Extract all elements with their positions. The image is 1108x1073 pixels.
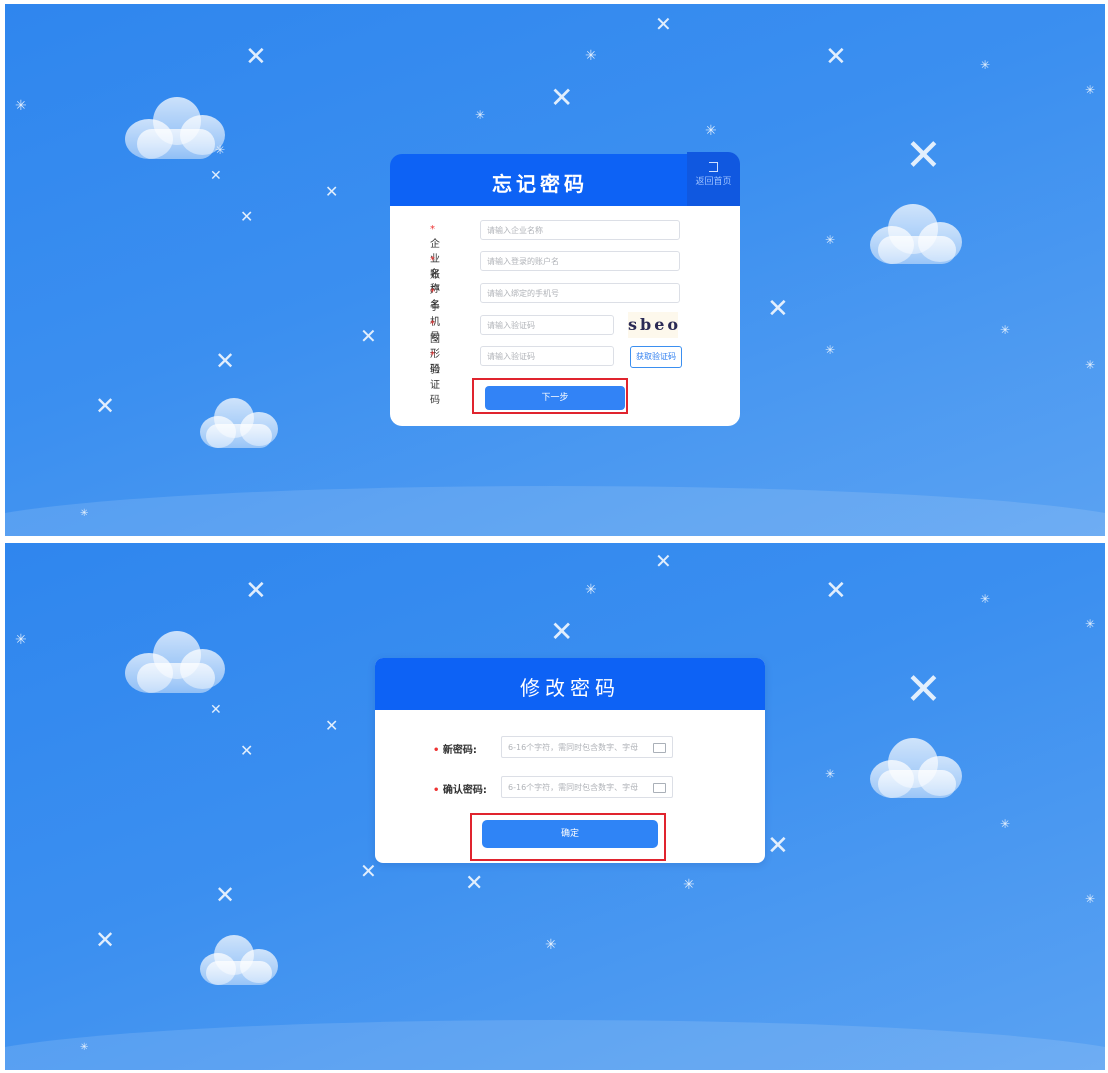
sparkle-icon: ✳ (475, 108, 486, 122)
return-icon (709, 162, 718, 172)
new-password-label: 新密码: (442, 745, 477, 756)
keyboard-icon[interactable] (653, 783, 666, 793)
sparkle-icon: ✕ (905, 664, 942, 715)
background-glow (5, 486, 1105, 536)
cloud (200, 398, 278, 448)
sparkle-icon: ✕ (210, 168, 222, 184)
cloud (125, 631, 225, 693)
forgot-password-screen: ✕ ✕ ✕ ✕ ✕ ✕ ✕ ✕ ✕ ✕ ✕ ✕ ✳ ✳ ✳ ✳ ✳ ✳ ✳ ✳ … (5, 4, 1105, 536)
sparkle-icon: ✳ (585, 48, 597, 64)
sparkle-icon: ✕ (550, 615, 574, 648)
highlight-box (472, 378, 628, 414)
sparkle-icon: ✕ (325, 182, 339, 201)
required-mark: • (433, 745, 440, 756)
sparkle-icon: ✕ (95, 926, 116, 954)
sparkle-icon: ✕ (245, 576, 267, 606)
sparkle-icon: ✕ (905, 130, 942, 181)
change-password-screen: ✕ ✕ ✕ ✕ ✕ ✕ ✕ ✕ ✕ ✕ ✕ ✕ ✕ ✳ ✳ ✳ ✳ ✳ ✳ ✳ … (5, 543, 1105, 1070)
account-name-input[interactable]: 请输入登录的账户名 (480, 251, 680, 271)
keyboard-icon[interactable] (653, 743, 666, 753)
sparkle-icon: ✳ (585, 582, 597, 598)
back-home-button[interactable]: 返回首页 (687, 152, 740, 206)
card-header: 修改密码 (375, 658, 765, 710)
background-glow (5, 1020, 1105, 1070)
required-mark: * (430, 224, 435, 235)
sparkle-icon: ✳ (980, 58, 991, 72)
required-mark: * (430, 319, 435, 330)
sparkle-icon: ✳ (1085, 358, 1096, 372)
sparkle-icon: ✕ (240, 741, 254, 760)
sparkle-icon: ✳ (1085, 617, 1096, 631)
sparkle-icon: ✳ (1085, 892, 1096, 906)
phone-input[interactable]: 请输入绑定的手机号 (480, 283, 680, 303)
confirm-password-input[interactable]: 6-16个字符，需同时包含数字、字母 (501, 776, 673, 798)
sparkle-icon: ✳ (15, 632, 27, 648)
sparkle-icon: ✳ (1000, 817, 1011, 831)
captcha-image[interactable]: sbeo (628, 312, 678, 338)
card-header: 忘记密码 返回首页 (390, 152, 740, 206)
sparkle-icon: ✳ (545, 937, 557, 953)
sparkle-icon: ✳ (980, 592, 991, 606)
new-password-placeholder: 6-16个字符，需同时包含数字、字母 (508, 743, 639, 752)
sms-code-input[interactable]: 请输入验证码 (480, 346, 614, 366)
get-code-button[interactable]: 获取验证码 (630, 346, 682, 368)
cloud (200, 935, 278, 985)
sparkle-icon: ✕ (825, 42, 847, 72)
sparkle-icon: ✳ (825, 343, 836, 357)
sparkle-icon: ✕ (655, 549, 672, 573)
back-home-label: 返回首页 (695, 177, 732, 187)
sparkle-icon: ✕ (360, 859, 377, 883)
sparkle-icon: ✳ (825, 767, 836, 781)
sparkle-icon: ✕ (95, 392, 116, 420)
cloud (125, 97, 225, 159)
page-title: 修改密码 (520, 676, 620, 700)
required-mark: * (430, 350, 435, 361)
sparkle-icon: ✳ (825, 233, 836, 247)
captcha-input[interactable]: 请输入验证码 (480, 315, 614, 335)
company-name-input[interactable]: 请输入企业名称 (480, 220, 680, 240)
required-mark: * (430, 255, 435, 266)
required-mark: * (430, 287, 435, 298)
sparkle-icon: ✕ (360, 324, 377, 348)
sparkle-icon: ✳ (1085, 83, 1096, 97)
highlight-box (470, 813, 666, 861)
sparkle-icon: ✳ (1000, 323, 1011, 337)
confirm-password-placeholder: 6-16个字符，需同时包含数字、字母 (508, 783, 639, 792)
sparkle-icon: ✕ (240, 207, 254, 226)
sms-code-label: 验证码 (430, 365, 440, 406)
sparkle-icon: ✕ (245, 42, 267, 72)
cloud (870, 204, 962, 264)
new-password-input[interactable]: 6-16个字符，需同时包含数字、字母 (501, 736, 673, 758)
sparkle-icon: ✕ (215, 347, 236, 375)
sparkle-icon: ✳ (15, 98, 27, 114)
cloud (870, 738, 962, 798)
sparkle-icon: ✕ (465, 871, 484, 896)
sparkle-icon: ✳ (705, 123, 717, 139)
page-title: 忘记密码 (492, 172, 588, 196)
sparkle-icon: ✕ (550, 81, 574, 114)
sparkle-icon: ✕ (825, 576, 847, 606)
sparkle-icon: ✕ (215, 881, 236, 909)
sparkle-icon: ✳ (80, 508, 89, 519)
sparkle-icon: ✕ (655, 12, 672, 36)
required-mark: • (433, 785, 440, 796)
confirm-password-label: 确认密码: (442, 785, 487, 796)
sparkle-icon: ✕ (767, 831, 789, 861)
sparkle-icon: ✕ (210, 702, 222, 718)
sparkle-icon: ✳ (683, 877, 695, 893)
sparkle-icon: ✕ (767, 294, 789, 324)
sparkle-icon: ✳ (80, 1042, 89, 1053)
sparkle-icon: ✕ (325, 716, 339, 735)
